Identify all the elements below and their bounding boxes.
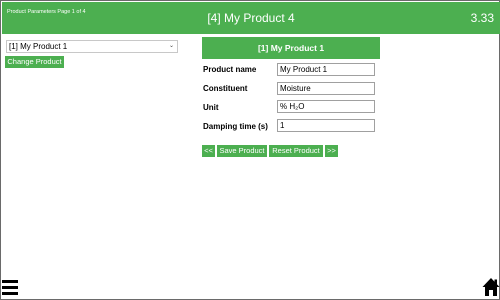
- product-select-value: [1] My Product 1: [9, 42, 68, 51]
- version-label: 3.33: [470, 11, 494, 25]
- page-title: [4] My Product 4: [207, 11, 295, 25]
- home-icon[interactable]: [482, 277, 500, 297]
- unit-field[interactable]: % H₂O: [277, 100, 375, 113]
- previous-product-button[interactable]: <<: [202, 145, 215, 157]
- change-product-button[interactable]: Change Product: [5, 56, 64, 68]
- header-bar: Product Parameters Page 1 of 4 [4] My Pr…: [2, 2, 500, 34]
- product-name-label: Product name: [203, 65, 257, 74]
- hamburger-menu-icon[interactable]: [2, 278, 18, 296]
- constituent-label: Constituent: [203, 84, 248, 93]
- app-frame: Product Parameters Page 1 of 4 [4] My Pr…: [0, 0, 500, 300]
- chevron-down-icon: ⌄: [168, 43, 174, 49]
- damping-time-field[interactable]: 1: [277, 119, 375, 132]
- constituent-field[interactable]: Moisture: [277, 82, 375, 95]
- product-select[interactable]: [1] My Product 1 ⌄: [6, 40, 178, 53]
- next-product-button[interactable]: >>: [325, 145, 338, 157]
- damping-time-label: Damping time (s): [203, 122, 268, 131]
- product-name-field[interactable]: My Product 1: [277, 63, 375, 76]
- unit-label: Unit: [203, 103, 219, 112]
- save-product-button[interactable]: Save Product: [217, 145, 267, 157]
- reset-product-button[interactable]: Reset Product: [269, 145, 323, 157]
- product-section-title: [1] My Product 1: [202, 37, 380, 59]
